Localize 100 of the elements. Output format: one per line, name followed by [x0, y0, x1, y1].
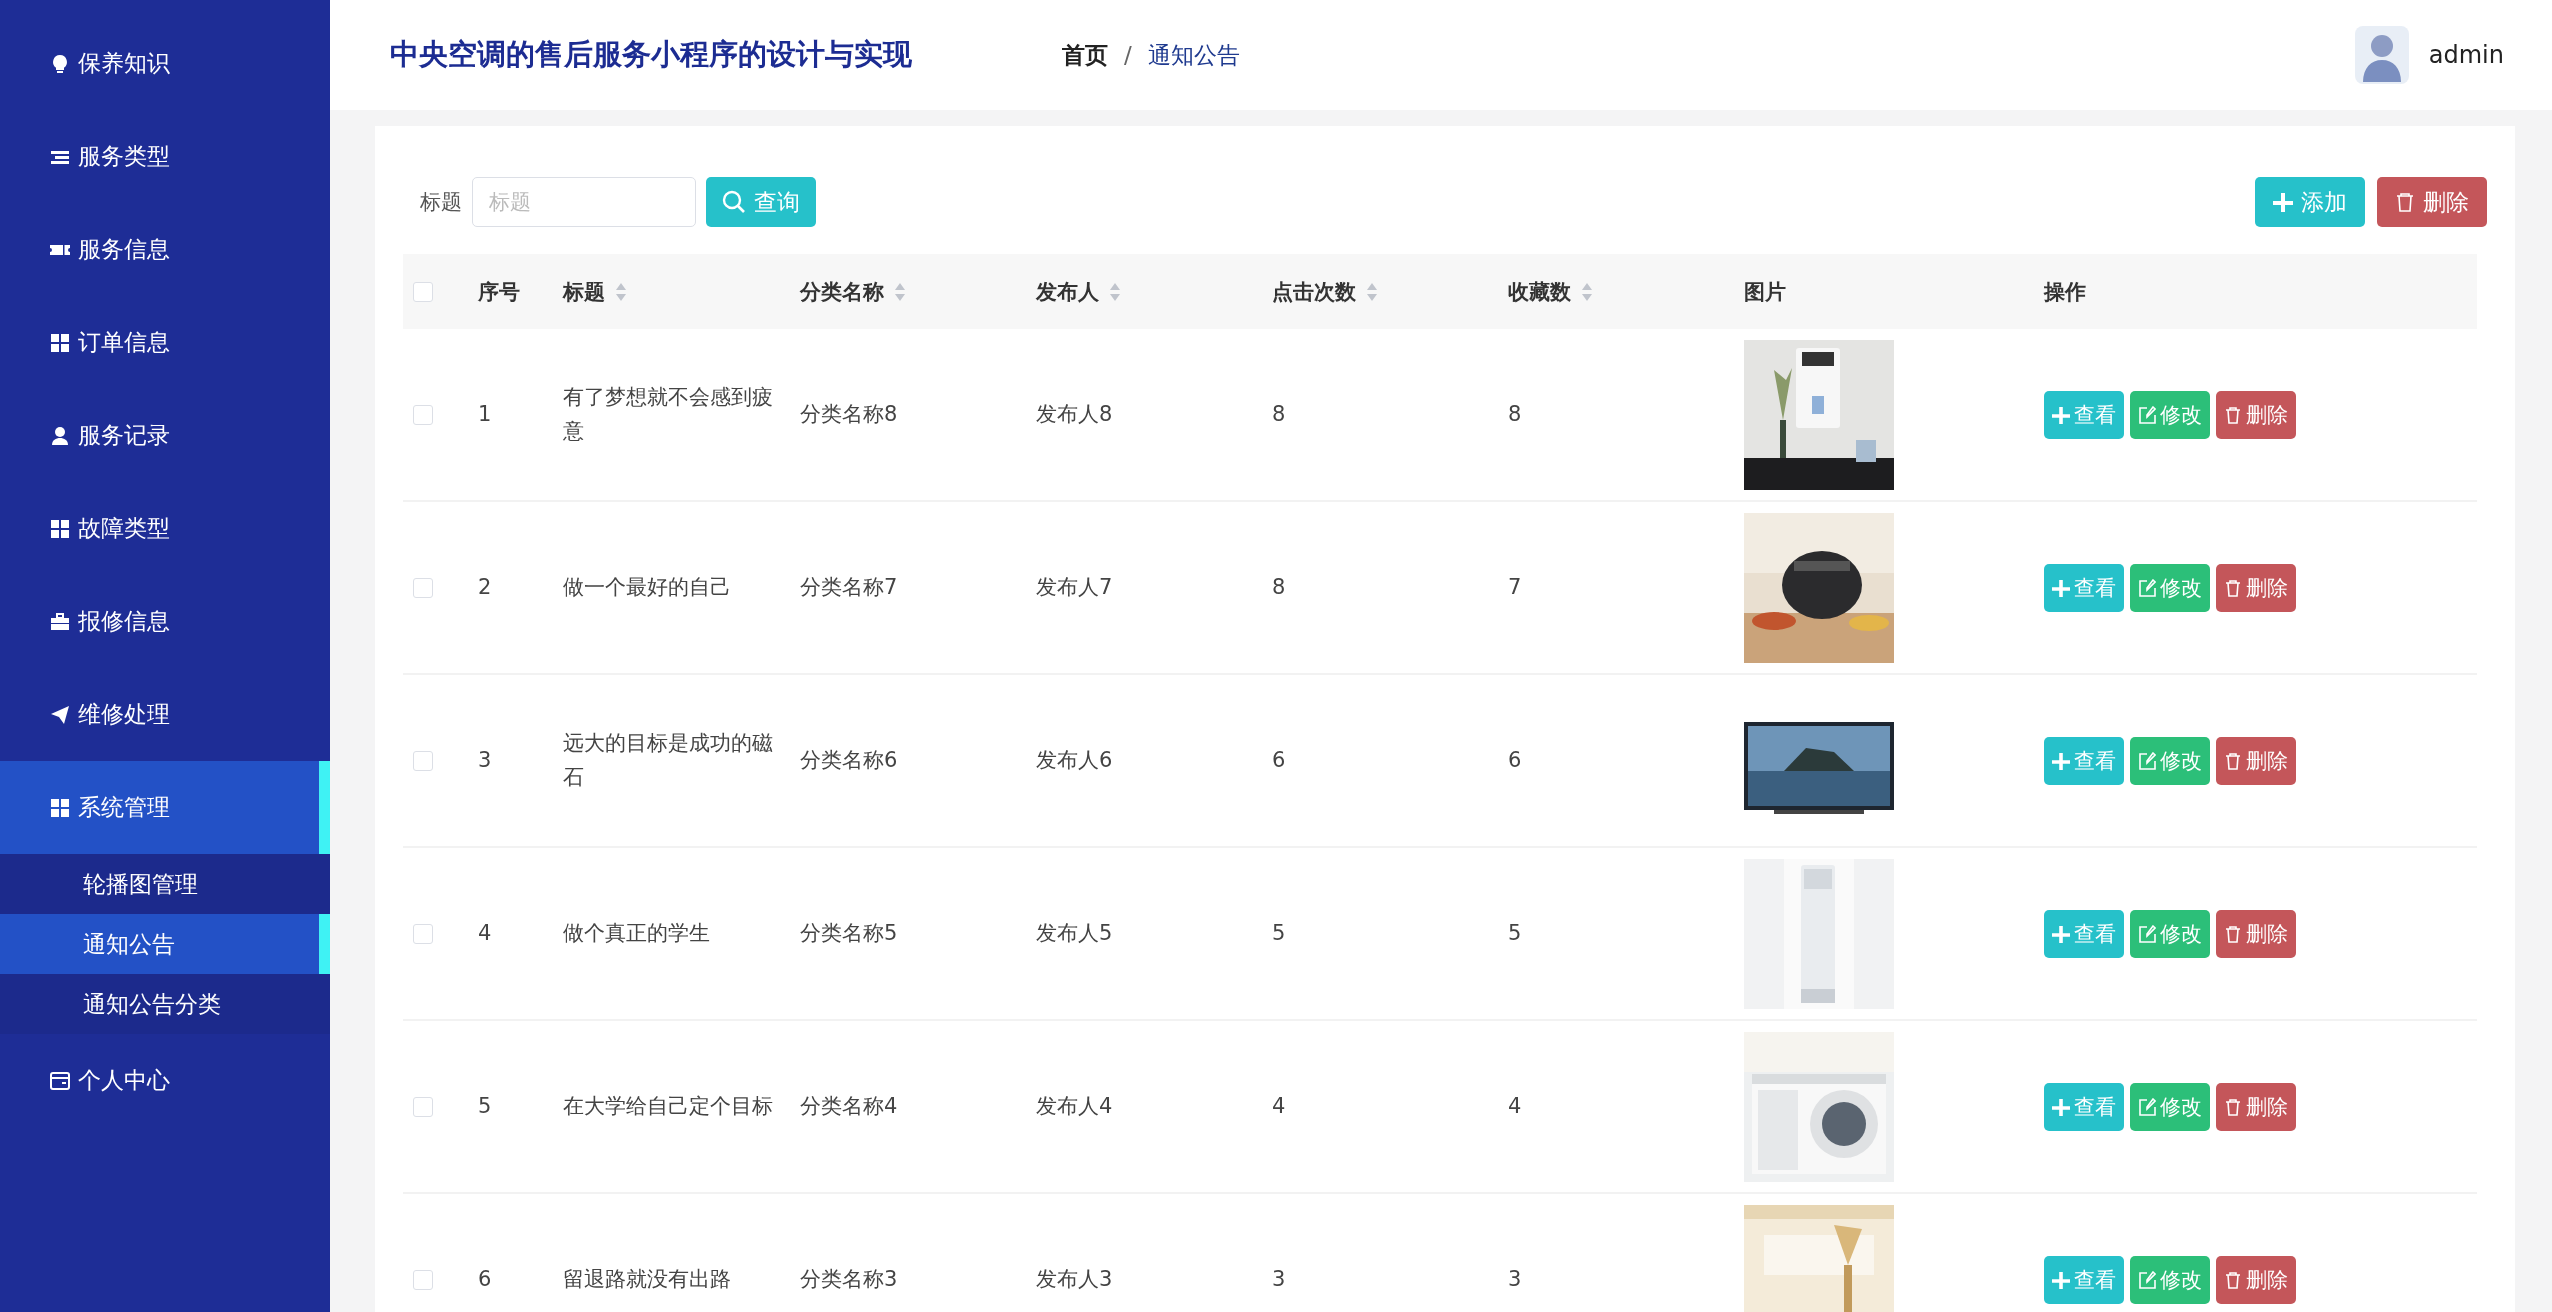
edit-icon [2138, 405, 2156, 424]
sort-icon [894, 281, 906, 302]
table-cell-text: 发布人7 [1036, 573, 1113, 601]
column-header[interactable]: 发布人 [1036, 277, 1121, 306]
table-cell-text: 分类名称4 [800, 1092, 898, 1120]
table-cell-text: 6 [1272, 746, 1286, 774]
menu-item[interactable]: 个人中心 [0, 1034, 330, 1127]
user-name[interactable]: admin [2428, 41, 2504, 69]
active-indicator [319, 914, 330, 974]
table-cell-text: 留退路就没有出路 [563, 1265, 731, 1293]
table-cell-text: 4 [1272, 1092, 1286, 1120]
table-cell-text: 6 [1508, 746, 1522, 774]
table-cell-text: 发布人3 [1036, 1265, 1113, 1293]
delete-button[interactable]: 删除 [2216, 563, 2296, 612]
edit-icon [2138, 578, 2156, 597]
delete-button[interactable]: 删除 [2216, 390, 2296, 439]
table-cell-text: 分类名称6 [800, 746, 898, 774]
app-title: 中央空调的售后服务小程序的设计与实现 [390, 36, 912, 73]
table-cell-text: 发布人6 [1036, 746, 1113, 774]
edit-icon [2138, 751, 2156, 770]
submenu-item[interactable]: 通知公告 [0, 914, 330, 974]
grid-icon [50, 797, 70, 818]
table-cell-text: 发布人4 [1036, 1092, 1113, 1120]
column-header[interactable]: 点击次数 [1272, 277, 1378, 306]
sort-icon [1366, 281, 1378, 302]
trash-icon [2224, 924, 2242, 943]
table-cell-text: 8 [1272, 573, 1286, 601]
table-cell-text: 分类名称5 [800, 919, 898, 947]
breadcrumb-link[interactable]: 首页 [1062, 39, 1108, 71]
table-cell-text: 做一个最好的自己 [563, 573, 731, 601]
table-cell-text: 分类名称8 [800, 400, 898, 428]
table-cell-text: 3 [478, 746, 492, 774]
row-checkbox[interactable] [413, 577, 433, 598]
search-label: 标题 [420, 189, 462, 216]
menu-item[interactable]: 服务记录 [0, 389, 330, 482]
menu-item[interactable]: 维修处理 [0, 668, 330, 761]
plus-icon [2052, 578, 2070, 597]
row-checkbox[interactable] [413, 1096, 433, 1117]
table-cell-text: 6 [478, 1265, 492, 1293]
wallet-icon [50, 1070, 70, 1091]
table-cell-text: 在大学给自己定个目标 [563, 1092, 773, 1120]
delete-button[interactable]: 删除 [2216, 1082, 2296, 1131]
menu-item[interactable]: 订单信息 [0, 296, 330, 389]
delete-button[interactable]: 删除 [2216, 736, 2296, 785]
delete-button[interactable]: 删除 [2216, 1255, 2296, 1304]
row-checkbox[interactable] [413, 404, 433, 425]
plus-icon [2052, 924, 2070, 943]
sort-icon [1109, 281, 1121, 302]
menu-item[interactable]: 服务类型 [0, 110, 330, 203]
edit-icon [2138, 1097, 2156, 1116]
table-cell-text: 5 [478, 1092, 492, 1120]
plus-icon [2052, 751, 2070, 770]
trash-icon [2224, 1097, 2242, 1116]
column-header: 操作 [2044, 278, 2086, 306]
table-cell-text: 4 [478, 919, 492, 947]
trash-icon [2224, 1270, 2242, 1289]
row-checkbox[interactable] [413, 750, 433, 771]
table-cell-text: 8 [1272, 400, 1286, 428]
trash-icon [2224, 578, 2242, 597]
menu-item[interactable]: 保养知识 [0, 17, 330, 110]
edit-icon [2138, 1270, 2156, 1289]
delete-button[interactable]: 删除 [2377, 177, 2487, 227]
table-cell-text: 有了梦想就不会感到疲意 [563, 383, 774, 445]
column-header[interactable]: 收藏数 [1508, 277, 1593, 306]
table-cell-text: 分类名称3 [800, 1265, 898, 1293]
table-cell-text: 做个真正的学生 [563, 919, 710, 947]
submenu-item[interactable]: 通知公告分类 [0, 974, 330, 1034]
menu-item[interactable]: 报修信息 [0, 575, 330, 668]
table-cell-text: 分类名称7 [800, 573, 898, 601]
bulb-icon [50, 53, 70, 74]
column-header: 序号 [478, 278, 520, 306]
search-icon [722, 190, 746, 214]
table-cell-text: 发布人5 [1036, 919, 1113, 947]
table-cell-text: 7 [1508, 573, 1522, 601]
menu-item[interactable]: 系统管理 [0, 761, 330, 854]
table-cell-text: 1 [478, 400, 492, 428]
trash-icon [2224, 751, 2242, 770]
table-cell-text: 2 [478, 573, 492, 601]
paper-plane-icon [50, 704, 70, 725]
column-header: 图片 [1744, 278, 1786, 306]
row-checkbox[interactable] [413, 923, 433, 944]
submenu-item[interactable]: 轮播图管理 [0, 854, 330, 914]
column-header[interactable]: 标题 [563, 277, 627, 306]
row-checkbox[interactable] [413, 1269, 433, 1290]
plus-icon [2052, 405, 2070, 424]
edit-icon [2138, 924, 2156, 943]
column-header[interactable]: 分类名称 [800, 277, 906, 306]
menu-item[interactable]: 服务信息 [0, 203, 330, 296]
menu-item[interactable]: 故障类型 [0, 482, 330, 575]
plus-icon [2052, 1270, 2070, 1289]
breadcrumb-separator: / [1124, 42, 1132, 68]
table-cell-text: 4 [1508, 1092, 1522, 1120]
search-field[interactable]: 标题 [472, 177, 696, 227]
avatar [2354, 26, 2409, 84]
table-cell-text: 发布人8 [1036, 400, 1113, 428]
breadcrumb-link[interactable]: 通知公告 [1147, 39, 1240, 71]
trash-icon [2395, 192, 2415, 212]
select-all-checkbox[interactable] [413, 281, 433, 302]
delete-button[interactable]: 删除 [2216, 909, 2296, 958]
sort-icon [615, 281, 627, 302]
